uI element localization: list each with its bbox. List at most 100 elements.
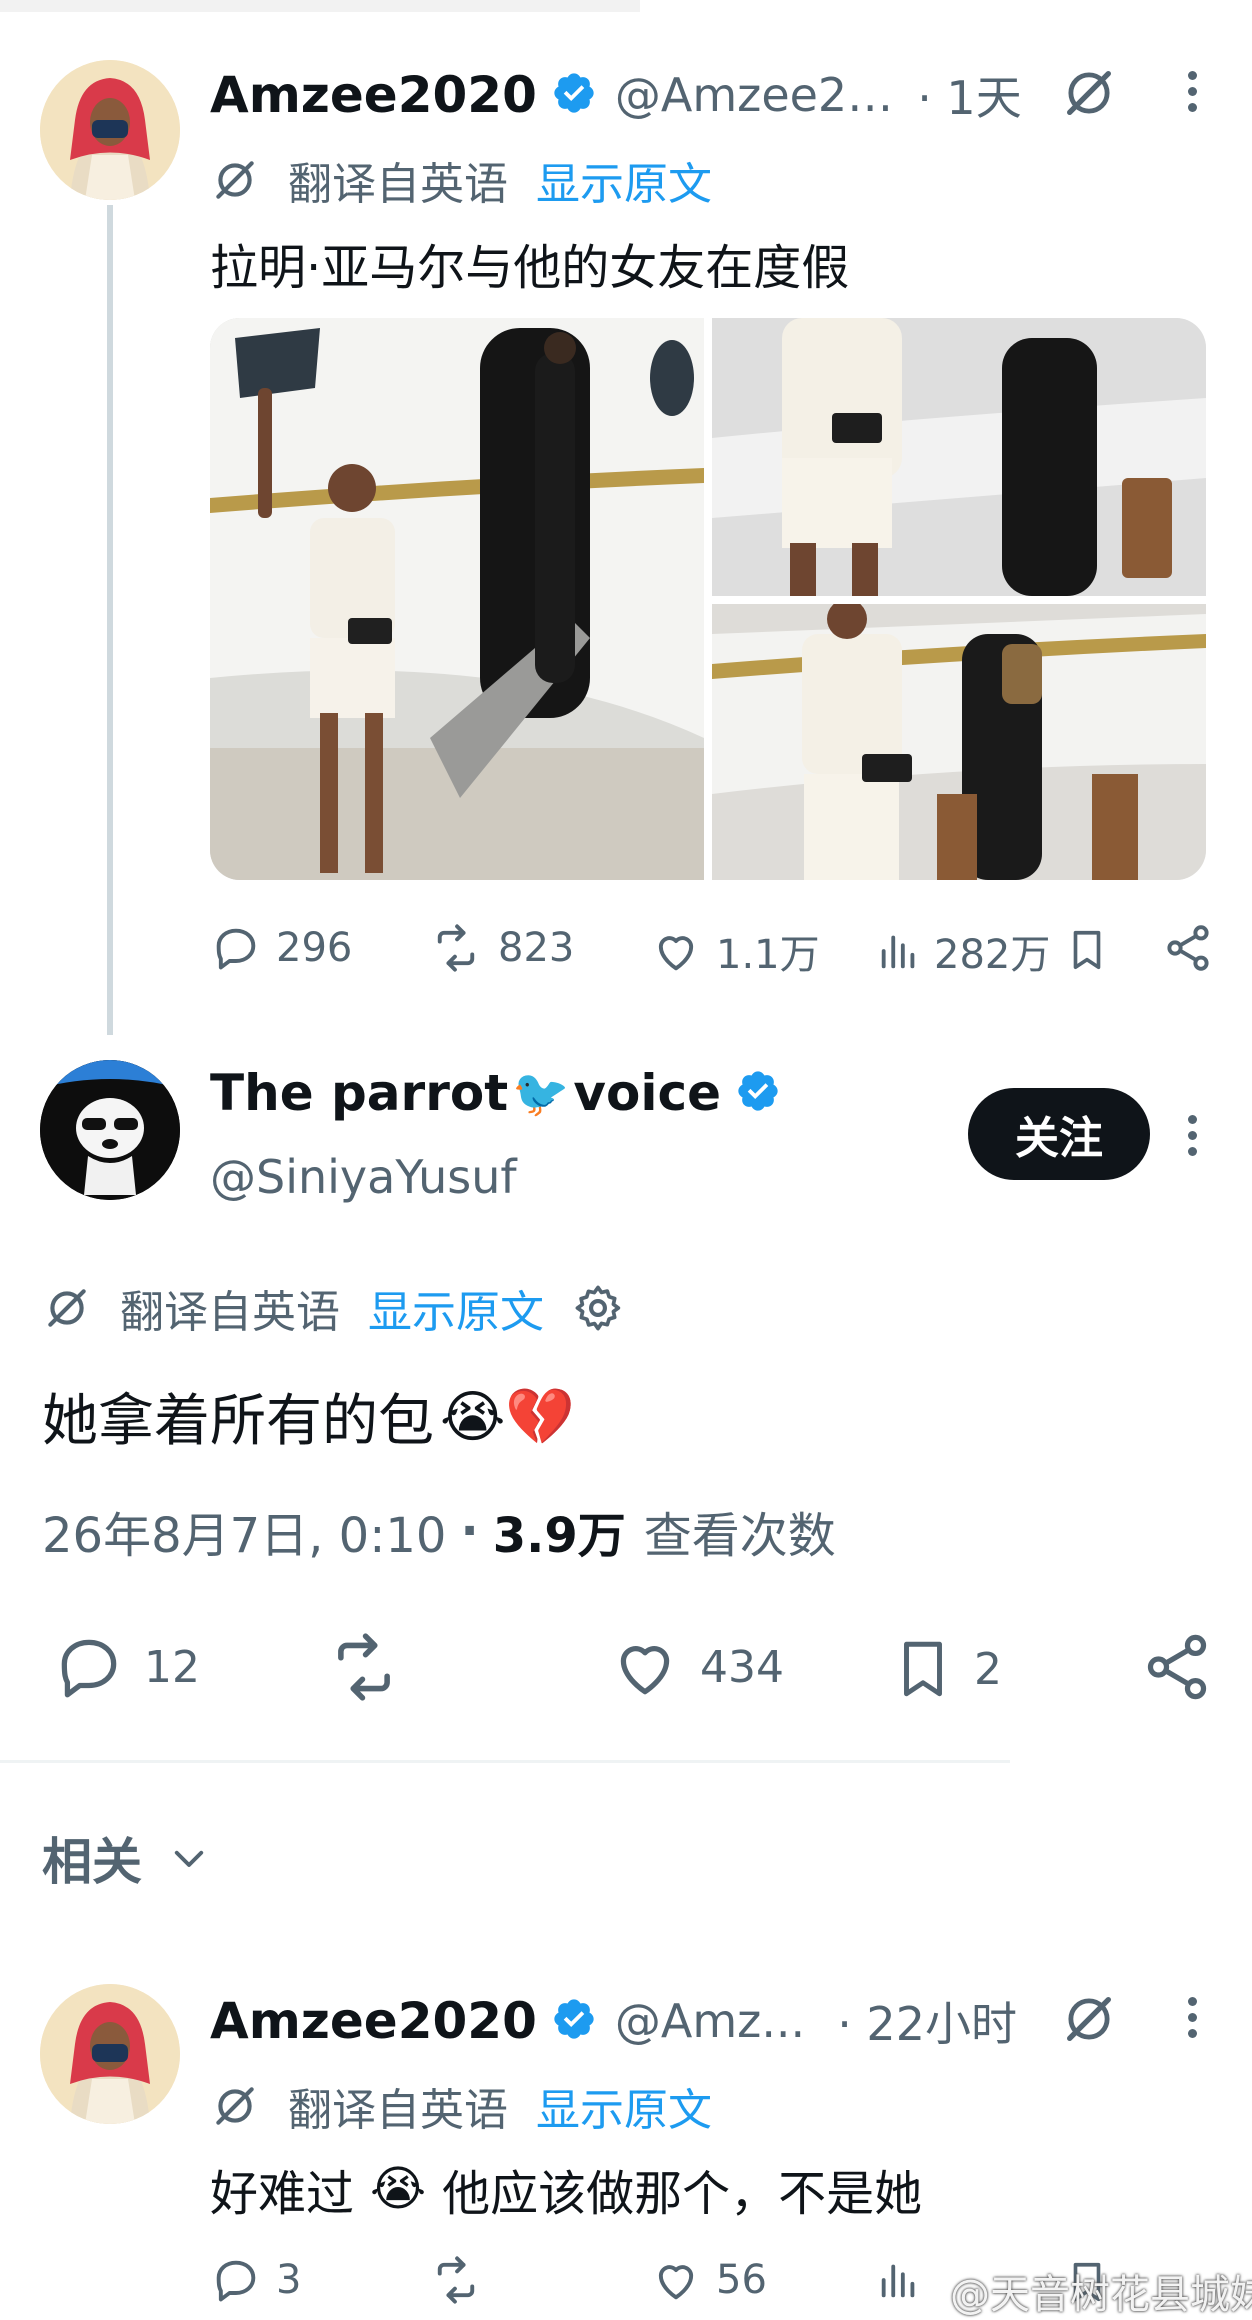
tweet1-views-button[interactable]: 282万 [876, 922, 1050, 980]
reply-icon [216, 928, 256, 970]
grok-icon[interactable] [1060, 64, 1118, 126]
tweet1-time[interactable]: · 1天 [917, 62, 1022, 128]
related-header[interactable]: 相关 [42, 1822, 210, 1894]
heart-icon [658, 2265, 694, 2300]
translated-from-label: 翻译自英语 [288, 2085, 508, 2136]
avatar-amzee-image [40, 60, 180, 200]
more-icon[interactable] [1188, 64, 1197, 119]
avatar-amzee[interactable] [40, 1984, 180, 2124]
views-icon [881, 935, 915, 969]
tweet2-author-name-part2[interactable]: voice [573, 1064, 721, 1122]
section-divider [0, 1760, 1010, 1763]
translate-icon [216, 161, 254, 199]
show-original-link[interactable]: 显示原文 [368, 1276, 544, 1340]
photo-boarding [712, 604, 1206, 880]
tweet3-header: Amzee2020 @Amz... · 22小时 [210, 1988, 1017, 2054]
tweet2-date[interactable]: 26年8月7日, 0:10 [42, 1496, 446, 1566]
share-icon [1167, 925, 1209, 971]
tweet2-views-label: 查看次数 [643, 1508, 836, 1564]
meta-separator: · [460, 1503, 479, 1559]
tweet1-retweet-button[interactable]: 823 [428, 922, 574, 974]
tweet1-translation-row: 翻译自英语 显示原文 [210, 148, 712, 212]
views-icon [881, 2264, 915, 2298]
reply-icon [61, 1639, 117, 1698]
tweet3-author-name[interactable]: Amzee2020 [210, 1992, 537, 2050]
tweet3-text-row: 好难过 😭 他应该做那个，不是她 [210, 2154, 922, 2224]
tweet1-reply-button[interactable]: 296 [210, 922, 352, 974]
bookmark-icon [904, 1641, 942, 1697]
tweet3-text-part2: 他应该做那个，不是她 [442, 2166, 923, 2222]
tweet1-handle[interactable]: @Amzee2… [615, 68, 893, 122]
show-original-link[interactable]: 显示原文 [536, 2074, 712, 2138]
reply-count: 296 [276, 925, 353, 971]
tweet3-views-button[interactable] [876, 2254, 922, 2306]
top-strip [0, 0, 640, 12]
tweet2-author-name-part1[interactable]: The parrot [210, 1064, 508, 1122]
tweet1-like-button[interactable]: 1.1万 [650, 922, 820, 980]
related-label: 相关 [42, 1833, 142, 1891]
verified-icon [551, 70, 597, 120]
tweet1-media-grid[interactable] [210, 318, 1206, 880]
more-icon[interactable] [1188, 1108, 1197, 1163]
translate-icon [216, 2087, 254, 2125]
chevron-down-icon [174, 1850, 204, 1867]
retweet-icon [437, 2256, 475, 2304]
more-icon[interactable] [1188, 1990, 1197, 2045]
tweet2-bookmark-button[interactable]: 2 [890, 1630, 1002, 1708]
like-count: 434 [700, 1641, 784, 1693]
tweet1-header: Amzee2020 @Amzee2… · 1天 [210, 62, 1022, 128]
tweet2-like-button[interactable]: 434 [608, 1630, 784, 1704]
avatar-amzee[interactable] [40, 60, 180, 200]
tweet2-emojis: 😭💔 [440, 1384, 576, 1450]
verified-icon [551, 1996, 597, 2046]
tweet3-handle[interactable]: @Amz... [615, 1994, 805, 2048]
media-photo-3[interactable] [712, 604, 1206, 880]
bird-emoji: 🐦 [512, 1065, 570, 1120]
avatar-parrot-voice-image [40, 1060, 180, 1200]
tweet3-retweet-button[interactable] [428, 2254, 484, 2306]
follow-button[interactable]: 关注 [968, 1088, 1150, 1180]
translate-icon [48, 1289, 86, 1327]
tweet2-retweet-button[interactable] [322, 1630, 406, 1704]
tweet2-meta-row: 26年8月7日, 0:10 · 3.9万 查看次数 [42, 1496, 836, 1566]
show-original-link[interactable]: 显示原文 [536, 148, 712, 212]
retweet-icon [437, 924, 475, 972]
heart-icon [658, 936, 694, 971]
tweet3-reply-button[interactable]: 3 [210, 2254, 301, 2306]
translated-from-label: 翻译自英语 [288, 159, 508, 210]
tweet3-like-button[interactable]: 56 [650, 2254, 767, 2306]
tweet1-share-button[interactable] [1162, 922, 1214, 978]
gear-icon[interactable] [572, 1282, 624, 1334]
tweet3-time[interactable]: · 22小时 [837, 1988, 1017, 2054]
avatar-amzee-image [40, 1984, 180, 2124]
tweet3-translation-row: 翻译自英语 显示原文 [210, 2074, 712, 2138]
tweet1-text: 拉明·亚马尔与他的女友在度假 [210, 240, 850, 296]
photo-walking-couple [712, 318, 1206, 596]
verified-icon [735, 1068, 781, 1118]
tweet1-bookmark-button[interactable] [1064, 922, 1110, 982]
heart-icon [620, 1646, 670, 1695]
retweet-icon [338, 1633, 390, 1701]
tweet2-views-count: 3.9万 [492, 1508, 626, 1564]
grok-icon[interactable] [1060, 1990, 1118, 2052]
tweet2-text: 她拿着所有的包 [42, 1389, 434, 1454]
media-photo-1[interactable] [210, 318, 704, 880]
thread-line [107, 205, 113, 1035]
tweet2-reply-button[interactable]: 12 [52, 1630, 200, 1704]
tweet1-author-name[interactable]: Amzee2020 [210, 66, 537, 124]
reply-count: 12 [144, 1641, 200, 1693]
tweet2-translation-row: 翻译自英语 显示原文 [42, 1276, 624, 1340]
tweet2-share-button[interactable] [1140, 1630, 1214, 1708]
bookmark-icon [1073, 930, 1101, 970]
like-count: 56 [716, 2257, 767, 2303]
bookmark-count: 2 [974, 1643, 1002, 1695]
media-photo-2[interactable] [712, 318, 1206, 596]
photo-jet-selfie [210, 318, 704, 880]
retweet-count: 823 [498, 925, 575, 971]
views-count: 282万 [934, 932, 1051, 978]
reply-icon [216, 2260, 256, 2302]
watermark: @天音树花县城妹 [950, 2272, 1252, 2318]
avatar-parrot-voice[interactable] [40, 1060, 180, 1200]
reply-count: 3 [276, 2257, 302, 2303]
tweet2-handle[interactable]: @SiniyaYusuf [210, 1150, 517, 1204]
